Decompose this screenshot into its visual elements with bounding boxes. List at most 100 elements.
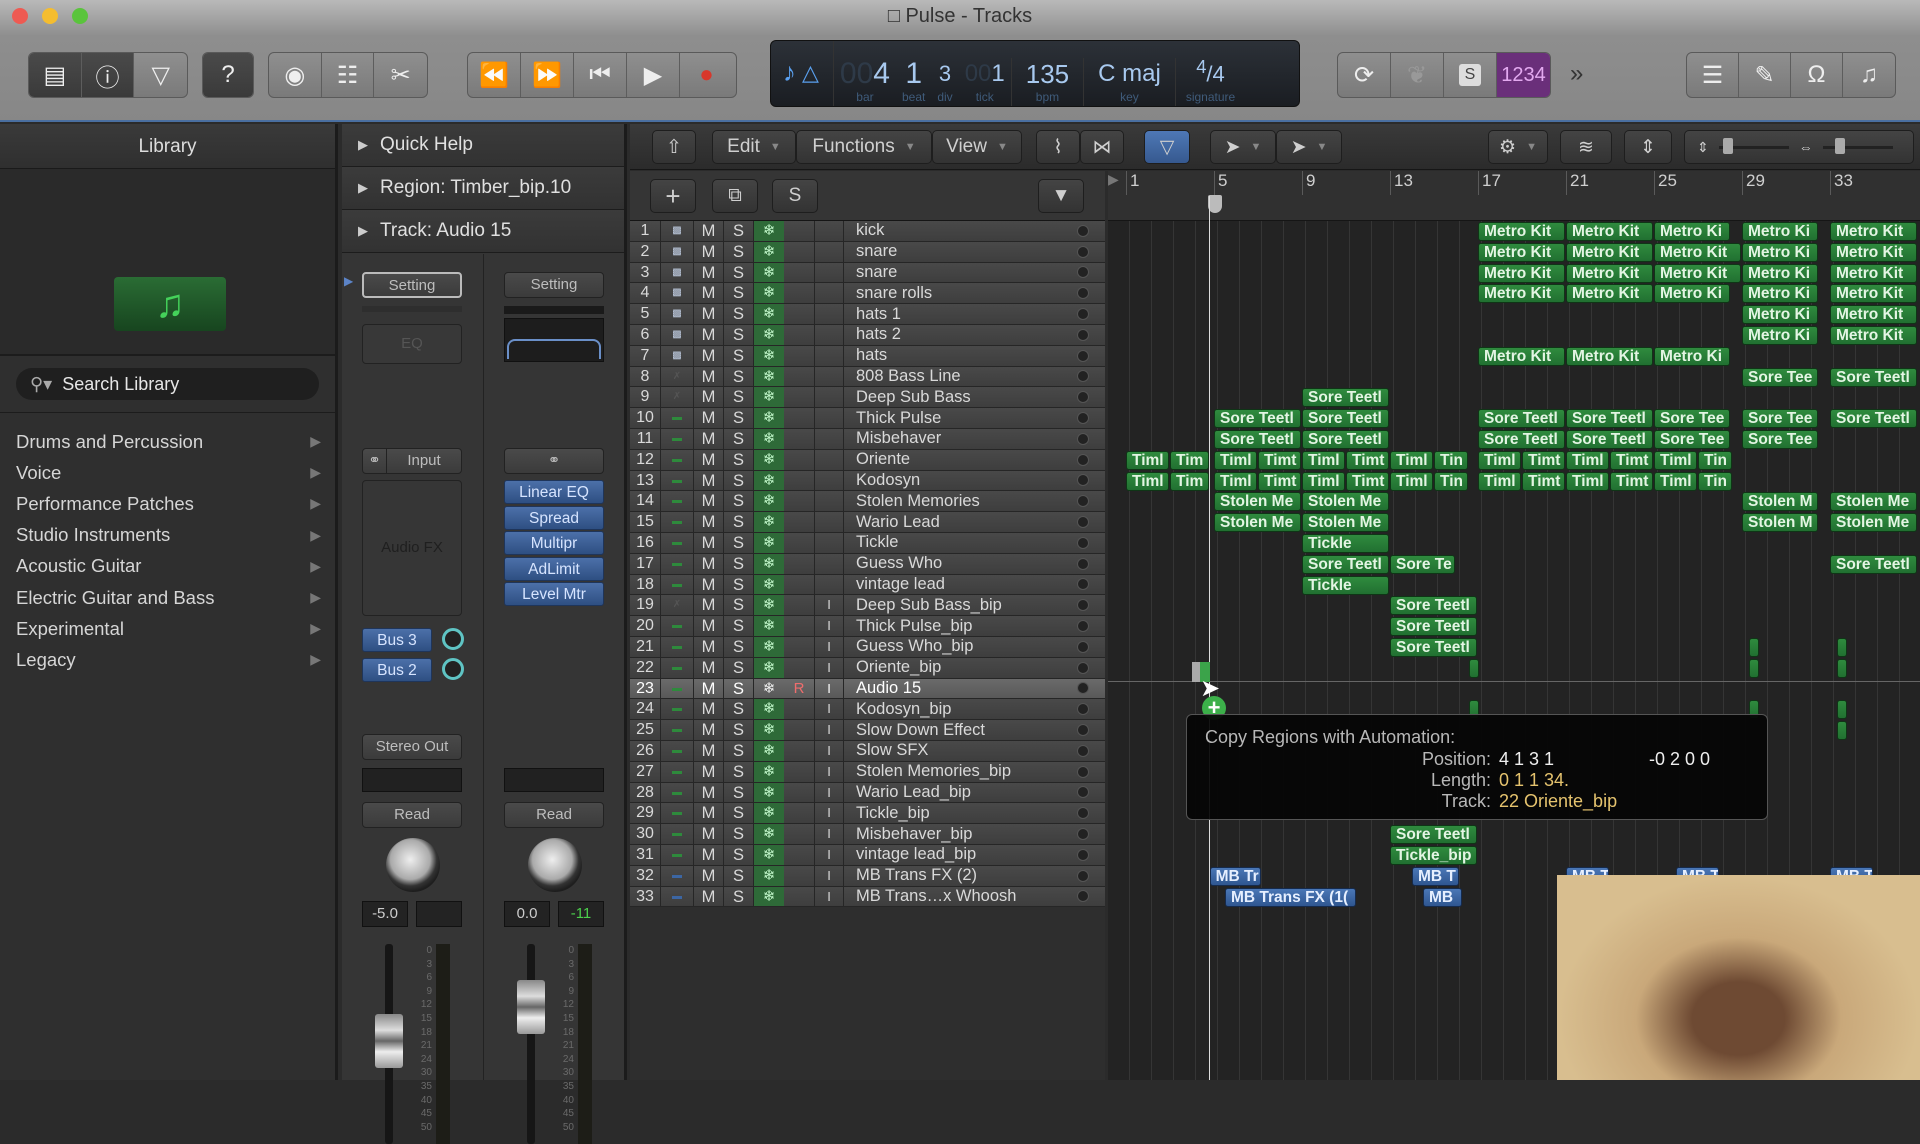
- freeze-icon[interactable]: ❄: [754, 657, 784, 678]
- region[interactable]: Stolen Me: [1302, 513, 1389, 533]
- mute-button[interactable]: M: [694, 429, 724, 449]
- solo-button[interactable]: S: [724, 429, 754, 449]
- input-monitor-button[interactable]: [814, 325, 844, 345]
- region[interactable]: Timl: [1302, 450, 1345, 470]
- region-inspector-section[interactable]: ▶ Region: Timber_bip.10: [342, 167, 624, 210]
- plugin-slot[interactable]: Multipr: [504, 531, 604, 555]
- solo-button[interactable]: S: [724, 699, 754, 720]
- mute-button[interactable]: M: [694, 325, 724, 345]
- note-icon[interactable]: ♪: [783, 57, 796, 88]
- input-monitor-button[interactable]: I: [814, 741, 844, 761]
- track-header[interactable]: 2 ▩ M S ❄ snare: [630, 241, 1105, 263]
- volume-readout[interactable]: -5.0: [362, 901, 408, 927]
- region[interactable]: Timl: [1214, 450, 1257, 470]
- solo-button[interactable]: S: [724, 304, 754, 324]
- region[interactable]: Sore Tee: [1742, 367, 1818, 387]
- catch-playhead-button[interactable]: ▽: [1144, 130, 1190, 164]
- track-name[interactable]: MB Trans…x Whoosh: [844, 887, 1077, 906]
- dragged-region[interactable]: [1192, 662, 1200, 682]
- freeze-icon[interactable]: ❄: [754, 679, 784, 699]
- solo-button[interactable]: S: [724, 865, 754, 886]
- mute-button[interactable]: M: [694, 616, 724, 636]
- add-track-button[interactable]: +: [650, 179, 696, 213]
- solo-button[interactable]: S: [724, 886, 754, 907]
- track-header[interactable]: 30 ▬ M S ❄ I Misbehaver_bip: [630, 824, 1105, 845]
- freeze-icon[interactable]: ❄: [754, 449, 784, 470]
- more-buttons-chevron[interactable]: »: [1570, 60, 1583, 88]
- input-monitor-button[interactable]: [814, 470, 844, 491]
- solo-button[interactable]: S: [724, 657, 754, 678]
- input-monitor-button[interactable]: I: [814, 803, 844, 824]
- horizontal-zoom-slider[interactable]: [1822, 137, 1893, 154]
- back-up-button[interactable]: ⇧: [652, 130, 696, 164]
- smart-controls-button[interactable]: ◉: [269, 53, 322, 97]
- solo-button[interactable]: S: [724, 345, 754, 366]
- mute-button[interactable]: M: [694, 782, 724, 803]
- region[interactable]: Stolen Me: [1214, 492, 1301, 512]
- group-slot[interactable]: [362, 768, 462, 792]
- track-header[interactable]: 10 ▬ M S ❄ Thick Pulse: [630, 408, 1105, 429]
- solo-button[interactable]: S: [724, 637, 754, 657]
- track-name[interactable]: Oriente: [844, 450, 1077, 469]
- solo-button[interactable]: S: [724, 221, 754, 241]
- solo-button[interactable]: S: [724, 366, 754, 387]
- input-monitor-button[interactable]: [814, 283, 844, 304]
- vertical-zoom-slider[interactable]: [1718, 137, 1789, 154]
- region[interactable]: Metro Ki: [1654, 346, 1730, 366]
- view-menu[interactable]: View ▼: [932, 130, 1022, 164]
- plugin-slot[interactable]: AdLimit: [504, 556, 604, 581]
- lcd-bpm[interactable]: 135 bpm: [1012, 58, 1085, 106]
- lcd-key[interactable]: C maj key: [1084, 58, 1176, 106]
- region[interactable]: Metro Kit: [1830, 242, 1917, 262]
- region[interactable]: Timl: [1478, 471, 1521, 491]
- region[interactable]: Metro Ki: [1742, 222, 1818, 241]
- region[interactable]: Metro Kit: [1830, 326, 1917, 345]
- track-name[interactable]: Kodosyn_bip: [844, 700, 1077, 719]
- fast-forward-button[interactable]: ⏩: [521, 53, 574, 97]
- region[interactable]: Timl: [1390, 471, 1433, 491]
- region[interactable]: Sore Teetl: [1214, 409, 1301, 429]
- track-name[interactable]: Audio 15: [844, 679, 1077, 698]
- freeze-icon[interactable]: ❄: [754, 741, 784, 761]
- freeze-icon[interactable]: ❄: [754, 699, 784, 720]
- region[interactable]: Metro Kit: [1830, 305, 1917, 325]
- freeze-icon[interactable]: ❄: [754, 345, 784, 366]
- input-monitor-button[interactable]: [814, 304, 844, 324]
- region[interactable]: Tim: [1170, 450, 1209, 470]
- region[interactable]: MB Trans FX (1(: [1225, 887, 1356, 907]
- region[interactable]: Stolen Me: [1214, 513, 1301, 533]
- region[interactable]: Timt: [1346, 450, 1389, 470]
- solo-button[interactable]: S: [724, 803, 754, 824]
- plugin-slot[interactable]: Spread: [504, 505, 604, 530]
- region[interactable]: Timl: [1302, 471, 1345, 491]
- volume-fader-track[interactable]: [527, 944, 535, 1144]
- region[interactable]: Metro Kit: [1478, 222, 1565, 241]
- region[interactable]: Metro Ki: [1654, 222, 1730, 241]
- region[interactable]: Sore Teetl: [1478, 409, 1565, 429]
- region[interactable]: Metro Kit: [1830, 284, 1917, 304]
- go-to-start-button[interactable]: ⏮: [574, 53, 627, 97]
- input-monitor-button[interactable]: I: [814, 595, 844, 616]
- mute-button[interactable]: M: [694, 533, 724, 553]
- region[interactable]: Timl: [1654, 471, 1697, 491]
- track-header[interactable]: 13 ▬ M S ❄ Kodosyn: [630, 470, 1105, 492]
- setting-button[interactable]: Setting: [362, 272, 462, 298]
- region[interactable]: Metro Kit: [1478, 263, 1565, 283]
- library-category-item[interactable]: Performance Patches ▶: [0, 488, 335, 519]
- zoom-to-fit-button[interactable]: ⇕: [1624, 130, 1672, 164]
- input-monitor-button[interactable]: [814, 221, 844, 241]
- region[interactable]: Timl: [1654, 450, 1697, 470]
- region[interactable]: Metro Kit: [1566, 222, 1653, 241]
- input-monitor-button[interactable]: [814, 408, 844, 428]
- region[interactable]: Timt: [1522, 450, 1565, 470]
- track-header[interactable]: 20 ▬ M S ❄ I Thick Pulse_bip: [630, 616, 1105, 637]
- solo-mode-button[interactable]: S: [1444, 53, 1497, 97]
- mixer-button[interactable]: ☷: [322, 53, 375, 97]
- region[interactable]: Sore Teetl: [1390, 596, 1477, 616]
- input-monitor-button[interactable]: [814, 262, 844, 283]
- region[interactable]: MB T: [1412, 866, 1460, 886]
- input-monitor-button[interactable]: I: [814, 886, 844, 907]
- track-header[interactable]: 18 ▬ M S ❄ vintage lead: [630, 574, 1105, 596]
- region[interactable]: Tickle_bip: [1390, 846, 1477, 865]
- region[interactable]: Sore Teetl: [1390, 825, 1477, 845]
